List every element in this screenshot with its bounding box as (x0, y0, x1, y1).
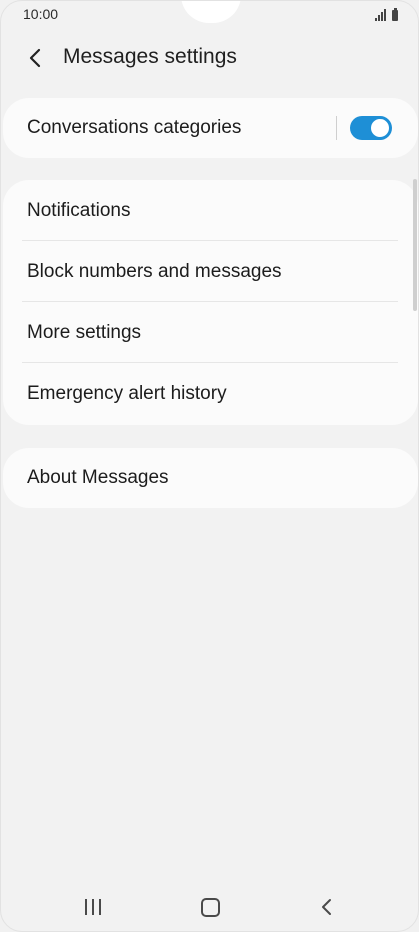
emergency-alert-history-item[interactable]: Emergency alert history (3, 363, 418, 424)
conversations-categories-toggle[interactable] (350, 116, 392, 140)
about-card: About Messages (3, 448, 418, 508)
about-messages-item[interactable]: About Messages (3, 448, 418, 508)
back-button[interactable] (19, 41, 53, 75)
divider (336, 116, 337, 140)
scrollbar[interactable] (413, 179, 417, 311)
home-button[interactable] (190, 891, 230, 923)
conversations-categories-card: Conversations categories (3, 98, 418, 158)
signal-icon (375, 9, 386, 21)
notifications-item[interactable]: Notifications (3, 180, 418, 241)
camera-notch (181, 1, 241, 23)
conversations-categories-label: Conversations categories (27, 117, 242, 138)
status-icons (375, 7, 398, 21)
recent-apps-button[interactable] (73, 891, 113, 923)
phone-screen: 10:00 Messages settings Conversations ca… (0, 0, 419, 932)
battery-icon (392, 8, 398, 21)
emergency-alert-history-label: Emergency alert history (27, 382, 227, 404)
toggle-knob (369, 117, 391, 139)
page-title: Messages settings (63, 45, 237, 68)
status-time: 10:00 (23, 6, 59, 22)
settings-list-card: Notifications Block numbers and messages… (3, 180, 418, 425)
more-settings-label: More settings (27, 321, 142, 343)
notifications-label: Notifications (27, 199, 131, 221)
chevron-left-icon (29, 48, 41, 68)
block-numbers-and-messages-item[interactable]: Block numbers and messages (3, 241, 418, 302)
back-icon (322, 899, 331, 915)
about-messages-label: About Messages (27, 467, 169, 488)
home-icon (200, 897, 220, 917)
nav-back-button[interactable] (307, 891, 347, 923)
more-settings-item[interactable]: More settings (3, 302, 418, 363)
app-header: Messages settings (1, 31, 418, 87)
recent-apps-icon (85, 899, 101, 915)
navigation-bar (1, 881, 418, 931)
status-bar: 10:00 (1, 1, 418, 29)
conversations-categories-item[interactable]: Conversations categories (3, 98, 418, 158)
block-numbers-and-messages-label: Block numbers and messages (27, 260, 282, 282)
